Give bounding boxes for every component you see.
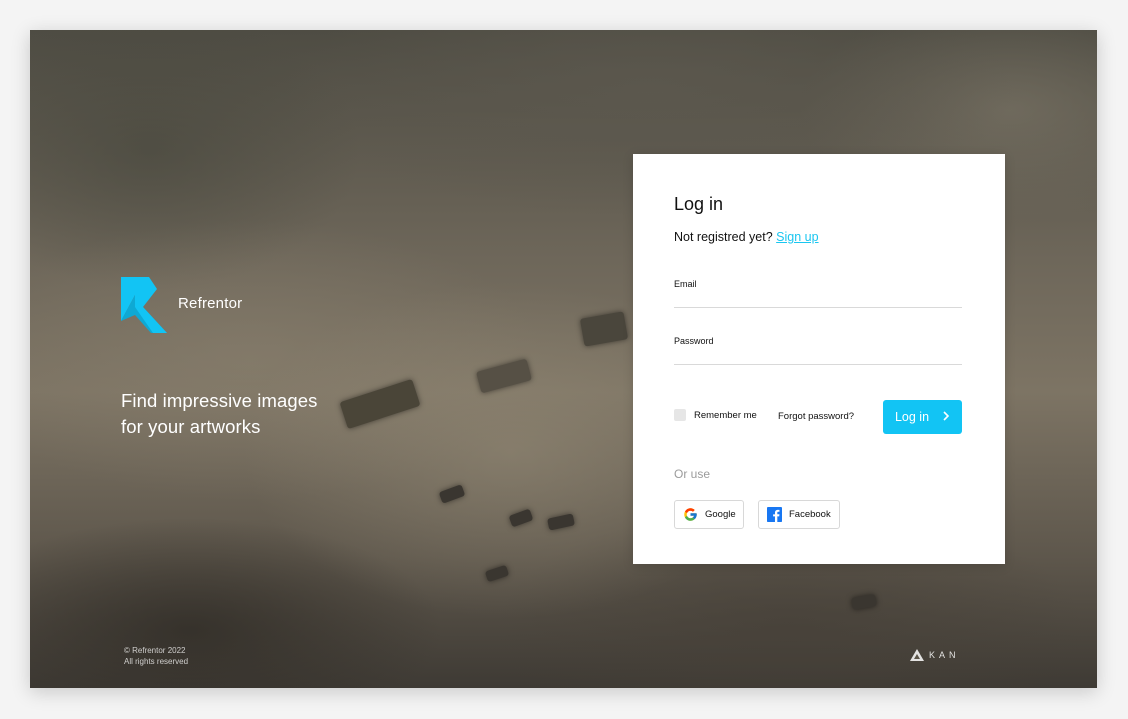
google-login-button[interactable]: Google [674, 500, 744, 529]
password-field: Password [674, 336, 962, 365]
copyright-text: © Refrentor 2022 [124, 646, 186, 655]
password-input[interactable] [674, 348, 962, 364]
google-label: Google [705, 509, 736, 520]
login-button[interactable]: Log in [883, 400, 962, 434]
chevron-right-icon [943, 410, 950, 424]
or-use-label: Or use [674, 467, 711, 481]
signup-prompt: Not registred yet? [674, 230, 773, 244]
remember-label: Remember me [694, 409, 757, 421]
vehicle-decor [547, 513, 575, 531]
login-button-label: Log in [894, 410, 930, 424]
brand-logo: Refrentor [121, 277, 242, 333]
partner-logo: KAN [910, 649, 960, 661]
background-hero: Refrentor Find impressive images for you… [30, 30, 1097, 688]
vehicle-decor [508, 508, 534, 528]
vehicle-decor [438, 484, 466, 504]
vehicle-decor [579, 311, 629, 347]
remember-checkbox[interactable] [674, 409, 686, 421]
facebook-login-button[interactable]: Facebook [758, 500, 840, 529]
brand-name: Refrentor [178, 294, 243, 312]
email-field: Email [674, 279, 962, 308]
tagline-line-1: Find impressive images [121, 390, 318, 411]
login-title: Log in [674, 194, 724, 214]
email-label: Email [674, 279, 697, 289]
password-label: Password [674, 336, 714, 346]
kan-logo-icon [910, 649, 924, 661]
refrentor-logo-icon [121, 277, 167, 333]
rights-text: All rights reserved [124, 657, 189, 666]
vehicle-decor [851, 594, 877, 610]
facebook-icon [767, 507, 782, 522]
vehicle-decor [476, 358, 532, 394]
vehicle-decor [484, 564, 510, 583]
google-icon [683, 507, 698, 522]
hero-tagline: Find impressive images for your artworks [121, 388, 381, 440]
forgot-password-link[interactable]: Forgot password? [778, 411, 854, 422]
email-input[interactable] [674, 291, 962, 307]
copyright-block: © Refrentor 2022 All rights reserved [124, 645, 188, 667]
facebook-label: Facebook [789, 509, 831, 520]
login-card: Log in Not registred yet? Sign up Email … [633, 154, 1005, 564]
signup-prompt-line: Not registred yet? Sign up [674, 230, 819, 244]
signup-link[interactable]: Sign up [776, 230, 818, 244]
remember-me[interactable]: Remember me [674, 409, 757, 421]
tagline-line-2: for your artworks [121, 416, 261, 437]
partner-name: KAN [929, 650, 960, 660]
